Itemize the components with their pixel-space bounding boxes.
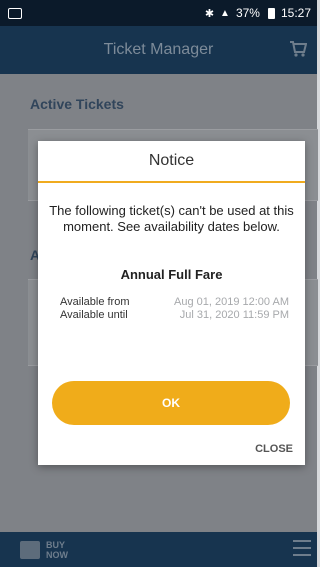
available-until-value: Jul 31, 2020 11:59 PM [179,309,289,321]
cart-icon[interactable] [289,40,307,58]
notice-dialog: Notice The following ticket(s) can't be … [38,141,305,465]
message-icon [8,7,22,19]
available-until-row: Available until Jul 31, 2020 11:59 PM [60,309,289,322]
ticket-name: Annual Full Fare [120,267,223,282]
ticket-icon [20,540,40,559]
bluetooth-icon: ✱ [204,7,215,20]
buy-now-button[interactable]: BUY NOW [20,540,68,560]
available-from-row: Available from Aug 01, 2019 12:00 AM [60,296,289,309]
active-tickets-heading: Active Tickets [30,96,124,112]
available-from-value: Aug 01, 2019 12:00 AM [174,296,289,308]
close-button[interactable]: CLOSE [255,443,293,455]
status-icons: ✱ ▲ 37% 15:27 [205,6,311,20]
signal-icon: ▲ [220,7,230,19]
battery-icon [267,7,275,19]
app-header: Ticket Manager [0,26,317,74]
battery-percent: 37% [235,6,260,20]
buy-label: BUY [46,539,66,550]
available-from-label: Available from [60,296,130,308]
page-title: Ticket Manager [103,41,214,58]
dialog-message: The following ticket(s) can't be used at… [49,203,294,234]
clock: 15:27 [280,6,311,20]
now-label: NOW [46,549,68,560]
available-until-label: Available until [60,309,128,321]
dialog-title: Notice [38,141,305,183]
menu-icon[interactable] [293,540,311,558]
ok-button[interactable]: OK [52,381,290,425]
status-bar: ✱ ▲ 37% 15:27 [0,0,317,26]
bottom-bar: BUY NOW [0,532,317,567]
